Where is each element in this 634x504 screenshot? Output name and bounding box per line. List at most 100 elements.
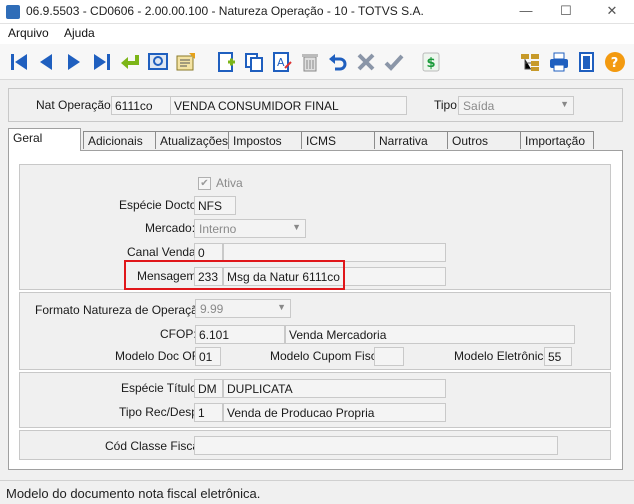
svg-text:?: ? xyxy=(611,56,619,71)
tab-importacao[interactable]: Importação xyxy=(520,131,594,149)
fiscal-model-group: Formato Natureza de Operação: 9.99 ▼ CFO… xyxy=(19,292,611,370)
tree-icon xyxy=(521,54,539,71)
close-button[interactable]: ✕ xyxy=(594,0,630,24)
tab-narrativa[interactable]: Narrativa xyxy=(374,131,448,149)
tipo-rec-desp-desc-field[interactable]: Venda de Producao Propria xyxy=(223,403,446,422)
modelo-cupom-fiscal-field[interactable] xyxy=(374,347,404,366)
tab-geral[interactable]: Geral xyxy=(8,128,81,151)
svg-text:$: $ xyxy=(427,56,436,71)
last-record-button[interactable] xyxy=(89,49,115,75)
cancel-x-icon xyxy=(357,53,375,71)
cfop-desc-field[interactable]: Venda Mercadoria xyxy=(285,325,575,344)
formato-natureza-select-value: 9.99 xyxy=(200,302,224,316)
mercado-select[interactable]: Interno ▼ xyxy=(194,219,306,238)
undo-button[interactable] xyxy=(325,49,351,75)
help-button[interactable]: ? xyxy=(602,49,628,75)
formato-natureza-select[interactable]: 9.99 ▼ xyxy=(195,299,291,318)
especie-titulo-code-field[interactable]: DM xyxy=(194,379,223,398)
financial-button[interactable]: $ xyxy=(418,49,444,75)
toolbar: A $ ? xyxy=(0,44,634,80)
help-question-icon: ? xyxy=(605,52,625,72)
exit-door-icon xyxy=(579,52,594,72)
copy-icon xyxy=(245,53,263,72)
status-bar: Modelo do documento nota fiscal eletrôni… xyxy=(0,480,634,504)
printer-icon xyxy=(550,52,568,72)
copy-record-button[interactable] xyxy=(241,49,267,75)
especie-docto-label: Espécie Docto: xyxy=(119,198,200,212)
nat-operacao-label: Nat Operação: xyxy=(36,98,115,112)
modelo-doc-of-label: Modelo Doc OF: xyxy=(115,349,203,363)
next-record-button[interactable] xyxy=(61,49,87,75)
minimize-button[interactable]: — xyxy=(508,0,544,24)
delete-record-button[interactable] xyxy=(297,49,323,75)
cfop-code-field[interactable]: 6.101 xyxy=(195,325,285,344)
classe-fiscal-group: Cód Classe Fiscal: xyxy=(19,430,611,460)
menu-bar: Arquivo Ajuda xyxy=(0,24,634,44)
edit-record-button[interactable]: A xyxy=(269,49,295,75)
last-record-icon xyxy=(94,54,110,70)
mensagem-highlight-box xyxy=(124,260,345,290)
cancel-button[interactable] xyxy=(353,49,379,75)
new-document-icon xyxy=(218,52,235,72)
cod-classe-fiscal-field[interactable] xyxy=(194,436,558,455)
chevron-down-icon: ▼ xyxy=(277,302,286,312)
app-icon xyxy=(6,5,20,19)
especie-titulo-desc-field[interactable]: DUPLICATA xyxy=(223,379,446,398)
search-button[interactable] xyxy=(145,49,171,75)
tab-outros[interactable]: Outros xyxy=(447,131,521,149)
checkmark-icon xyxy=(384,54,404,71)
modelo-eletronico-label: Modelo Eletrônico: xyxy=(454,349,554,363)
previous-record-icon xyxy=(40,54,52,70)
print-button[interactable] xyxy=(546,49,572,75)
titulo-group: Espécie Título: DM DUPLICATA Tipo Rec/De… xyxy=(19,372,611,428)
tipo-label: Tipo: xyxy=(434,98,461,112)
search-icon xyxy=(148,53,168,70)
dollar-icon: $ xyxy=(422,52,440,72)
previous-record-button[interactable] xyxy=(33,49,59,75)
menu-ajuda[interactable]: Ajuda xyxy=(64,26,95,40)
tipo-rec-desp-code-field[interactable]: 1 xyxy=(194,403,223,422)
goto-button[interactable] xyxy=(117,49,143,75)
confirm-button[interactable] xyxy=(381,49,407,75)
tab-adicionais[interactable]: Adicionais xyxy=(83,131,157,149)
tipo-select[interactable]: Saída ▼ xyxy=(458,96,574,115)
header-panel: Nat Operação: 6111co VENDA CONSUMIDOR FI… xyxy=(8,88,623,122)
especie-docto-field[interactable]: NFS xyxy=(194,196,236,215)
mercado-label: Mercado: xyxy=(145,221,196,235)
maximize-button[interactable]: ☐ xyxy=(548,0,584,24)
new-record-button[interactable] xyxy=(213,49,239,75)
ativa-label: Ativa xyxy=(216,176,243,190)
cfop-label: CFOP: xyxy=(160,327,197,341)
first-record-icon xyxy=(11,54,27,70)
modelo-cupom-fiscal-label: Modelo Cupom Fiscal: xyxy=(270,349,390,363)
menu-arquivo[interactable]: Arquivo xyxy=(8,26,49,40)
list-edit-icon xyxy=(176,53,195,71)
nat-operacao-desc-field[interactable]: VENDA CONSUMIDOR FINAL xyxy=(170,96,407,115)
canal-venda-label: Canal Venda: xyxy=(127,245,200,259)
tab-icms[interactable]: ICMS xyxy=(301,131,375,149)
tipo-select-value: Saída xyxy=(463,99,495,113)
edit-text-icon: A xyxy=(273,52,292,72)
first-record-button[interactable] xyxy=(6,49,32,75)
trash-icon xyxy=(302,54,318,72)
tree-button[interactable] xyxy=(517,49,543,75)
modelo-eletronico-field[interactable]: 55 xyxy=(544,347,572,366)
list-button[interactable] xyxy=(173,49,199,75)
tab-atualizacoes[interactable]: Atualizações xyxy=(155,131,229,149)
modelo-doc-of-field[interactable]: 01 xyxy=(195,347,221,366)
tab-impostos[interactable]: Impostos xyxy=(228,131,302,149)
nat-operacao-code-field[interactable]: 6111co xyxy=(111,96,173,115)
especie-titulo-label: Espécie Título: xyxy=(121,381,201,395)
chevron-down-icon: ▼ xyxy=(292,222,301,232)
tab-bar: Geral Adicionais Atualizações Impostos I… xyxy=(8,128,608,151)
tab-content-geral: ✔ Ativa Espécie Docto: NFS Mercado: Inte… xyxy=(8,150,623,470)
ativa-checkbox[interactable]: ✔ xyxy=(198,177,211,190)
mercado-select-value: Interno xyxy=(199,222,237,236)
checkmark-icon: ✔ xyxy=(200,178,209,189)
formato-natureza-label: Formato Natureza de Operação: xyxy=(35,303,208,317)
svg-text:A: A xyxy=(277,56,285,69)
undo-icon xyxy=(329,54,347,71)
next-record-icon xyxy=(68,54,80,70)
exit-button[interactable] xyxy=(574,49,600,75)
status-text: Modelo do documento nota fiscal eletrôni… xyxy=(6,486,261,501)
